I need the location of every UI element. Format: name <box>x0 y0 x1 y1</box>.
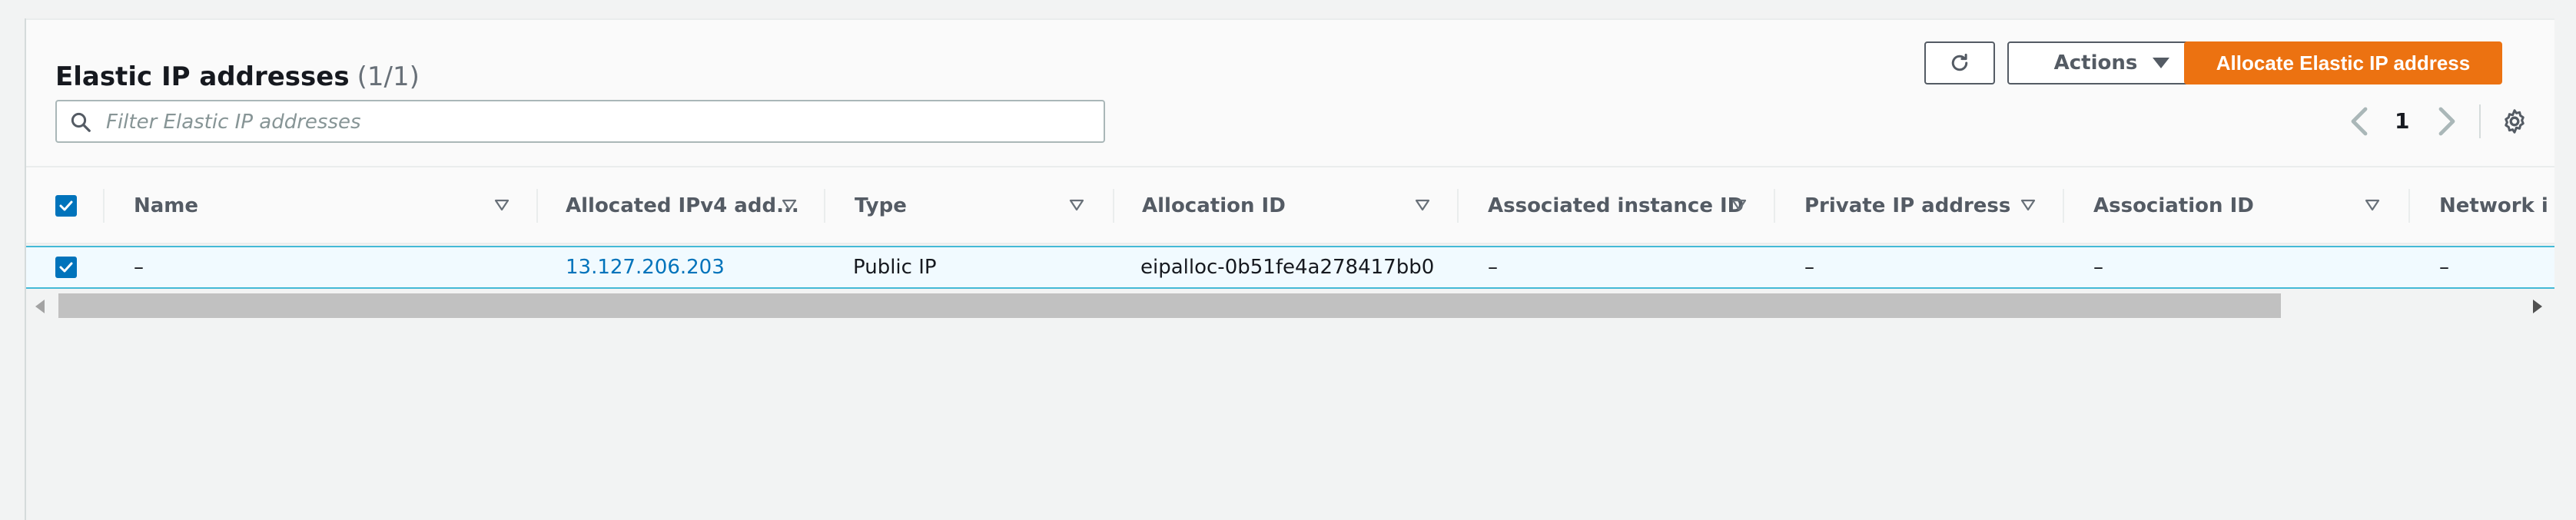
column-separator <box>2408 189 2410 223</box>
scroll-left-arrow-icon[interactable] <box>35 300 45 313</box>
column-header-association-id[interactable]: Association ID <box>2093 167 2254 244</box>
column-separator <box>103 189 105 223</box>
sort-icon[interactable] <box>1731 197 1748 214</box>
cell-network: – <box>2439 256 2449 279</box>
caret-down-icon <box>2153 58 2170 68</box>
cell-associated-instance-id: – <box>1488 256 1498 279</box>
column-header-allocation-id[interactable]: Allocation ID <box>1142 167 1286 244</box>
gear-icon[interactable] <box>2501 108 2528 135</box>
column-header-private-ip[interactable]: Private IP address <box>1804 167 2010 244</box>
elastic-ip-panel: Elastic IP addresses (1/1) Actions Alloca… <box>26 18 2554 321</box>
column-header-associated-instance-id[interactable]: Associated instance ID <box>1488 167 1744 244</box>
cell-private-ip: – <box>1804 256 1814 279</box>
column-header-network[interactable]: Network i <box>2439 167 2548 244</box>
refresh-icon <box>1951 53 1968 71</box>
column-separator <box>2063 189 2064 223</box>
cell-name: – <box>134 256 144 279</box>
page-title: Elastic IP addresses (1/1) <box>55 61 420 92</box>
page: Elastic IP addresses (1/1) Actions Alloca… <box>0 0 2576 520</box>
refresh-button[interactable] <box>1924 41 1995 84</box>
table-header: Name Allocated IPv4 add... Type Allocati… <box>26 166 2554 244</box>
cell-type: Public IP <box>853 256 937 279</box>
page-title-text: Elastic IP addresses <box>55 61 350 92</box>
sort-icon[interactable] <box>493 197 510 214</box>
column-header-allocated-ipv4[interactable]: Allocated IPv4 add... <box>566 167 799 244</box>
table-row[interactable]: – 13.127.206.203 Public IP eipalloc-0b51… <box>26 246 2554 289</box>
elastic-ip-table: Name Allocated IPv4 add... Type Allocati… <box>26 166 2554 289</box>
previous-page-chevron-icon[interactable] <box>2349 106 2372 137</box>
allocate-elastic-ip-button[interactable]: Allocate Elastic IP address <box>2184 41 2502 84</box>
cell-allocation-id: eipalloc-0b51fe4a278417bb0 <box>1140 256 1435 279</box>
column-separator <box>1457 189 1459 223</box>
actions-label: Actions <box>2053 51 2138 75</box>
sort-icon[interactable] <box>1414 197 1431 214</box>
search-box <box>55 100 1105 143</box>
pager-divider <box>2479 104 2481 138</box>
column-separator <box>1774 189 1775 223</box>
column-separator <box>1113 189 1114 223</box>
column-separator <box>824 189 825 223</box>
next-page-chevron-icon[interactable] <box>2435 106 2458 137</box>
column-separator <box>536 189 538 223</box>
column-header-type[interactable]: Type <box>855 167 907 244</box>
current-page-number[interactable]: 1 <box>2395 106 2409 137</box>
scroll-right-arrow-icon[interactable] <box>2533 300 2542 313</box>
scrollbar-thumb[interactable] <box>58 293 2281 318</box>
search-input[interactable] <box>105 108 1099 137</box>
sort-icon[interactable] <box>2020 197 2037 214</box>
cell-allocated-ipv4-link[interactable]: 13.127.206.203 <box>566 247 725 287</box>
selection-count: (1/1) <box>357 61 420 92</box>
cell-association-id: – <box>2093 256 2103 279</box>
panel-header: Elastic IP addresses (1/1) Actions Alloca… <box>26 20 2554 166</box>
row-checkbox[interactable] <box>55 257 77 278</box>
checkmark-icon <box>59 200 73 211</box>
sort-icon[interactable] <box>2364 197 2381 214</box>
allocate-label: Allocate Elastic IP address <box>2216 51 2471 75</box>
search-icon <box>71 112 91 132</box>
select-all-checkbox[interactable] <box>55 195 77 217</box>
sort-icon[interactable] <box>781 197 798 214</box>
column-header-name[interactable]: Name <box>134 167 198 244</box>
horizontal-scrollbar[interactable] <box>26 290 2554 321</box>
sort-icon[interactable] <box>1068 197 1085 214</box>
checkmark-icon <box>59 262 73 273</box>
